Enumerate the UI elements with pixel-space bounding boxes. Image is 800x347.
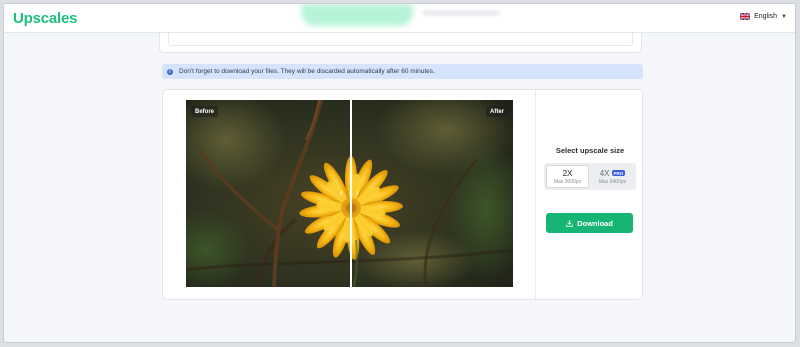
app-window: Upscales English ▼ i Don't forget to dow…: [3, 3, 796, 343]
after-label: After: [485, 106, 508, 117]
chevron-down-icon: ▼: [781, 13, 787, 20]
size-option-2x[interactable]: 2X Max 3000px: [546, 165, 589, 188]
before-label: Before: [191, 106, 219, 117]
header-highlight: [301, 4, 413, 26]
notice-text: Don't forget to download your files. The…: [179, 68, 435, 75]
size-option-label-wrap: 4X PRO: [600, 169, 626, 178]
pro-badge: PRO: [611, 170, 626, 176]
size-option-max: Max 6400px: [598, 178, 627, 185]
previous-card: [159, 33, 642, 53]
language-label: English: [754, 13, 778, 20]
info-icon: i: [167, 68, 173, 75]
upscale-size-title: Select upscale size: [555, 146, 625, 155]
upscale-size-toggle: 2X Max 3000px 4X PRO Max 6400px: [544, 163, 636, 190]
download-label: Download: [577, 218, 613, 228]
before-after-preview[interactable]: ‹ › Before After: [186, 100, 513, 287]
result-card: ‹ › Before After Select upscale size 2X …: [162, 89, 643, 300]
size-option-4x[interactable]: 4X PRO Max 6400px: [591, 165, 634, 188]
download-button[interactable]: Download: [546, 213, 633, 233]
language-selector[interactable]: English ▼: [740, 13, 787, 20]
size-option-label: 2X: [562, 168, 573, 178]
compare-slider-handle[interactable]: [350, 100, 352, 287]
header-blurred-text: [422, 10, 500, 16]
download-notice: i Don't forget to download your files. T…: [162, 64, 643, 79]
previous-card-inner: [168, 33, 633, 46]
download-icon: [566, 219, 573, 227]
chevron-left-icon: ‹: [340, 188, 343, 197]
panel-divider: [535, 90, 536, 299]
uk-flag-icon: [740, 13, 751, 20]
chevron-right-icon: ›: [356, 188, 359, 197]
size-option-label: 4X: [599, 168, 610, 178]
size-option-max: Max 3000px: [553, 178, 582, 185]
logo[interactable]: Upscales: [13, 10, 77, 27]
top-header: Upscales English ▼: [4, 4, 795, 33]
